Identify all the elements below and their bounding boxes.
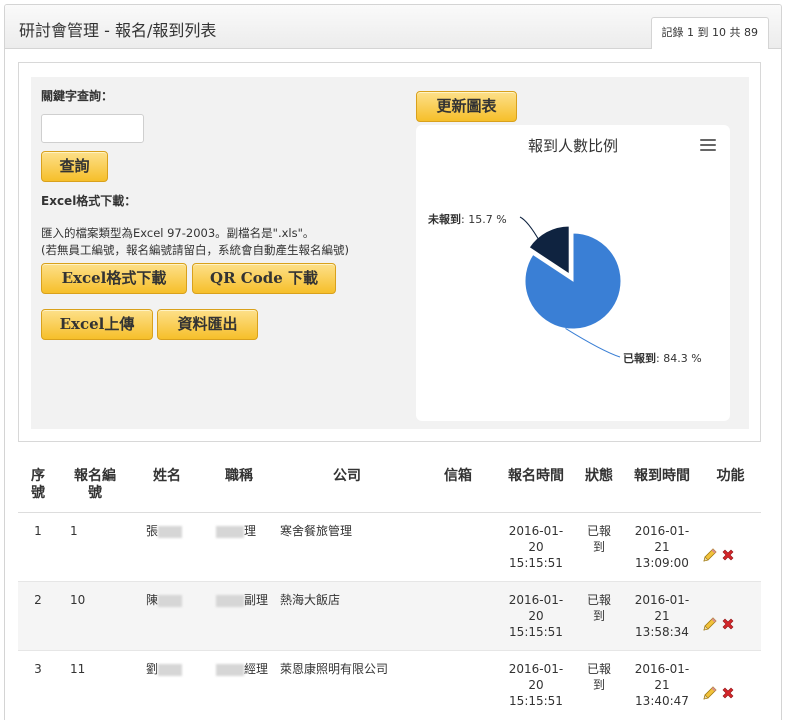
th-email[interactable]: 信箱 xyxy=(418,458,498,513)
pie-label-unchecked: 未報到: 15.7 % xyxy=(428,213,507,226)
pie-connector-checked xyxy=(565,327,621,358)
th-status[interactable]: 狀態 xyxy=(574,458,624,513)
query-button[interactable]: 查詢 xyxy=(41,151,108,182)
title-text: 理 xyxy=(244,524,257,538)
cell-status: 已報到 xyxy=(574,650,624,719)
cross-icon[interactable] xyxy=(720,685,736,701)
cell-name: 陳 xyxy=(132,581,202,651)
excel-download-label: Excel格式下載： xyxy=(41,194,137,208)
cell-seq: 3 xyxy=(18,650,58,719)
cell-company: 寒舍餐旅管理 xyxy=(276,512,418,582)
pencil-icon[interactable] xyxy=(702,547,718,563)
th-name[interactable]: 姓名 xyxy=(132,458,202,513)
cell-title: 副理 xyxy=(202,581,276,651)
cell-seq: 2 xyxy=(18,581,58,651)
redacted-name xyxy=(158,663,183,676)
refresh-chart-button[interactable]: 更新圖表 xyxy=(416,91,517,122)
record-count-badge: 記錄 1 到 10 共 89 xyxy=(650,17,769,49)
cell-status: 已報到 xyxy=(574,581,624,651)
th-seq[interactable]: 序號 xyxy=(18,458,58,513)
cell-title: 經理 xyxy=(202,650,276,719)
keyword-input[interactable] xyxy=(41,114,144,143)
th-reg-time[interactable]: 報名時間 xyxy=(498,458,574,513)
cell-checkin-time: 2016-01-21 13:40:47 xyxy=(624,650,700,719)
cell-reg-time: 2016-01-20 15:15:51 xyxy=(498,512,574,582)
checkin-pie-chart: 報到人數比例 未報到: 15.7 % 已報到: 84.3 % xyxy=(416,125,730,421)
search-inner-panel: 關鍵字查詢： 查詢 Excel格式下載： 匯入的檔案類型為Excel 97-20… xyxy=(31,77,749,429)
pie-connector-unchecked xyxy=(519,216,541,242)
qr-code-download-button[interactable]: QR Code 下載 xyxy=(192,263,336,294)
registration-table-wrap: 序號 報名編號 姓名 職稱 公司 信箱 報名時間 狀態 報到時間 功能 11張理… xyxy=(18,458,761,719)
cell-company: 萊恩康照明有限公司 xyxy=(276,650,418,719)
cross-icon[interactable] xyxy=(720,616,736,632)
cell-status: 已報到 xyxy=(574,512,624,582)
panel-header: 研討會管理 - 報名/報到列表 記錄 1 到 10 共 89 xyxy=(5,5,781,49)
cell-company: 熱海大飯店 xyxy=(276,581,418,651)
cell-email xyxy=(418,581,498,651)
title-text: 副理 xyxy=(244,593,269,607)
cell-reg-no: 11 xyxy=(58,650,132,719)
pie-label-checked: 已報到: 84.3 % xyxy=(623,352,702,365)
data-export-button[interactable]: 資料匯出 xyxy=(157,309,258,340)
redacted-name xyxy=(158,594,183,607)
th-actions: 功能 xyxy=(700,458,761,513)
table-row: 1 1 張理寒舍餐旅管理 2016-01-20 15:15:51 已報到 2016-01-… xyxy=(18,512,761,582)
redacted-title xyxy=(216,525,244,538)
page-title: 研討會管理 - 報名/報到列表 xyxy=(19,21,217,40)
cell-name: 劉 xyxy=(132,650,202,719)
name-text: 張 xyxy=(146,524,159,538)
excel-upload-button[interactable]: Excel上傳 xyxy=(41,309,153,340)
registration-table: 序號 報名編號 姓名 職稱 公司 信箱 報名時間 狀態 報到時間 功能 11張理… xyxy=(18,458,761,719)
cell-reg-no: 1 xyxy=(58,512,132,582)
cell-actions xyxy=(700,512,761,582)
table-row: 2 10 陳 副理 熱海大飯店 2016-01-20 15:15:51 已報到 2016-01… xyxy=(18,581,761,651)
search-section: 關鍵字查詢： 查詢 Excel格式下載： 匯入的檔案類型為Excel 97-20… xyxy=(18,62,761,442)
pencil-icon[interactable] xyxy=(702,616,718,632)
th-checkin-time[interactable]: 報到時間 xyxy=(624,458,700,513)
cell-reg-time: 2016-01-20 15:15:51 xyxy=(498,581,574,651)
cell-name: 張 xyxy=(132,512,202,582)
cell-actions xyxy=(700,650,761,719)
cell-email xyxy=(418,512,498,582)
cell-reg-time: 2016-01-20 15:15:51 xyxy=(498,650,574,719)
cell-actions xyxy=(700,581,761,651)
cell-checkin-time: 2016-01-21 13:58:34 xyxy=(624,581,700,651)
pencil-icon[interactable] xyxy=(702,685,718,701)
table-header-row: 序號 報名編號 姓名 職稱 公司 信箱 報名時間 狀態 報到時間 功能 xyxy=(18,458,761,513)
cell-title: 理 xyxy=(202,512,276,582)
table-row: 3 11 劉 經理 萊恩康照明有限公司 2016-01-20 15:15:51 已報到 201… xyxy=(18,650,761,719)
cell-reg-no: 10 xyxy=(58,581,132,651)
cell-email xyxy=(418,650,498,719)
redacted-title xyxy=(216,663,244,676)
cell-checkin-time: 2016-01-21 13:09:00 xyxy=(624,512,700,582)
th-company[interactable]: 公司 xyxy=(276,458,418,513)
title-text: 經理 xyxy=(244,662,269,676)
th-title[interactable]: 職稱 xyxy=(202,458,276,513)
import-note-line1: 匯入的檔案類型為Excel 97-2003。副檔名是".xls"。 xyxy=(41,226,315,240)
name-text: 劉 xyxy=(146,662,159,676)
redacted-title xyxy=(216,594,244,607)
import-note-line2: (若無員工編號，報名編號請留白，系統會自動產生報名編號) xyxy=(41,243,349,257)
keyword-label: 關鍵字查詢： xyxy=(41,89,114,103)
cell-seq: 1 xyxy=(18,512,58,582)
pie-svg xyxy=(519,216,622,358)
name-text: 陳 xyxy=(146,593,159,607)
redacted-name xyxy=(158,525,183,538)
th-reg-no[interactable]: 報名編號 xyxy=(58,458,132,513)
excel-download-button[interactable]: Excel格式下載 xyxy=(41,263,187,294)
cross-icon[interactable] xyxy=(720,547,736,563)
